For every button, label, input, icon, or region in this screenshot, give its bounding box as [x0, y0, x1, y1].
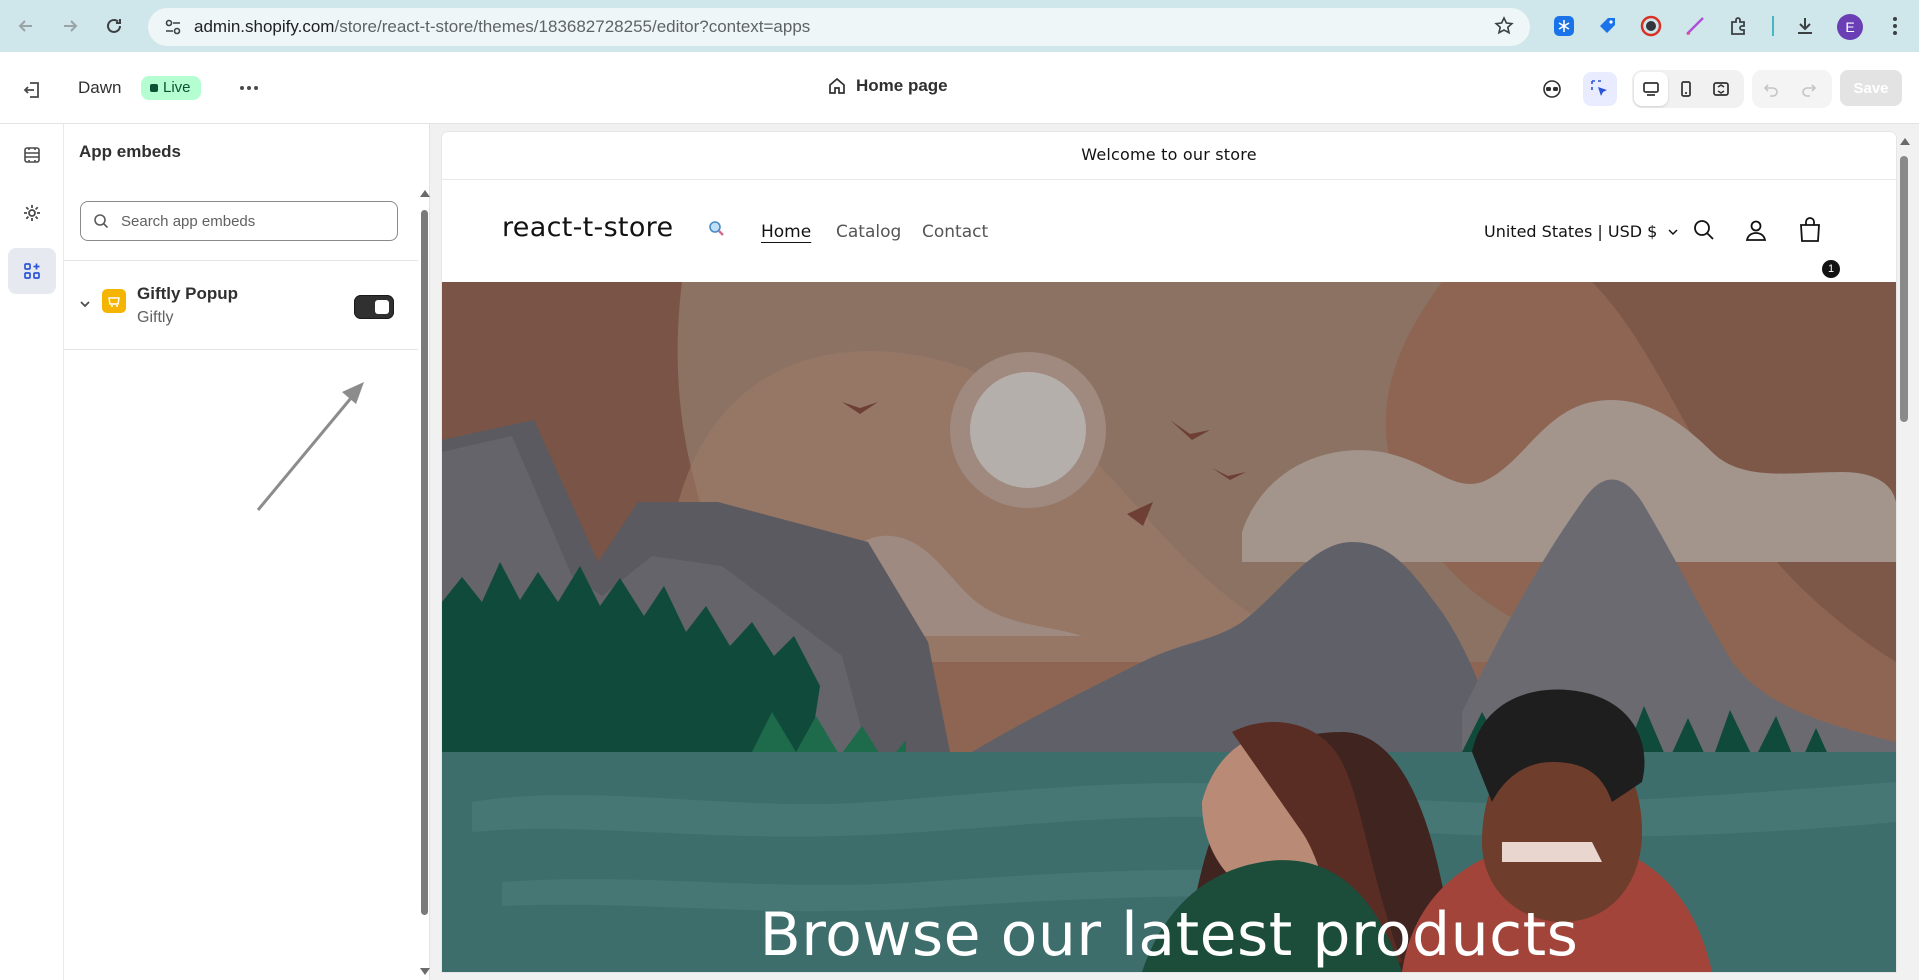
mobile-view-button[interactable] [1669, 72, 1703, 106]
scroll-down-arrow[interactable] [420, 968, 430, 975]
app-embeds-search[interactable] [80, 201, 398, 241]
reload-icon [107, 18, 121, 33]
desktop-view-button[interactable] [1634, 72, 1668, 106]
extension-tag-icon[interactable] [1595, 13, 1621, 39]
extension-color-icon[interactable] [1638, 13, 1664, 39]
back-button[interactable] [8, 8, 44, 44]
nav-home[interactable]: Home [761, 222, 811, 242]
hero-heading: Browse our latest products [759, 900, 1579, 970]
extension-pen-icon[interactable] [1682, 13, 1708, 39]
reload-button[interactable] [96, 8, 132, 44]
undo-icon [1763, 84, 1778, 97]
mobile-icon [1681, 81, 1691, 97]
inspector-toggle[interactable] [1583, 72, 1617, 106]
star-icon[interactable] [1494, 16, 1514, 41]
theme-settings-nav-button[interactable] [8, 190, 56, 236]
forward-button[interactable] [52, 8, 88, 44]
url-text: admin.shopify.com/store/react-t-store/th… [194, 17, 810, 37]
fullscreen-view-button[interactable] [1704, 72, 1738, 106]
arrow-right-icon [64, 20, 78, 32]
theme-actions-button[interactable] [236, 76, 262, 102]
country-selector[interactable]: United States | USD $ [1484, 222, 1679, 241]
extensions-puzzle-icon[interactable] [1726, 13, 1752, 39]
extension-snowflake-icon[interactable] [1551, 13, 1577, 39]
undo-button[interactable] [1754, 72, 1788, 106]
app-embed-name: Giftly Popup [137, 284, 239, 303]
home-icon [829, 77, 845, 94]
more-horizontal-icon [240, 86, 258, 90]
profile-avatar[interactable]: E [1837, 14, 1863, 40]
search-icon [93, 213, 109, 229]
country-currency-label: United States | USD $ [1484, 222, 1658, 241]
editor-sidebar-rail [0, 124, 64, 980]
scroll-thumb[interactable] [1900, 156, 1908, 422]
expand-icon [1713, 82, 1729, 96]
gear-icon [24, 205, 40, 221]
browser-toolbar: admin.shopify.com/store/react-t-store/th… [0, 0, 1919, 52]
app-embeds-nav-button[interactable] [8, 248, 56, 294]
cart-icon[interactable] [1794, 214, 1826, 246]
download-icon[interactable] [1792, 13, 1818, 39]
toggle-knob [375, 300, 389, 314]
scroll-up-arrow[interactable] [1900, 138, 1910, 145]
sidekick-glasses-icon [1543, 80, 1561, 98]
sidekick-button[interactable] [1535, 72, 1569, 106]
save-button[interactable]: Save [1840, 70, 1902, 106]
arrow-left-icon [18, 20, 32, 32]
app-embed-vendor: Giftly [137, 309, 174, 326]
search-icon[interactable] [1688, 214, 1720, 246]
app-embeds-panel: App embeds Giftly Popup Giftly [64, 124, 430, 980]
sections-nav-button[interactable] [8, 132, 56, 178]
panel-title: App embeds [79, 142, 182, 161]
exit-icon [23, 82, 39, 98]
cart-count-badge: 1 [1822, 260, 1840, 278]
scroll-thumb[interactable] [421, 210, 428, 915]
annotation-arrow [256, 382, 364, 511]
cursor-select-icon [1591, 80, 1607, 96]
apps-icon [24, 263, 40, 279]
theme-name: Dawn [78, 78, 122, 97]
account-icon[interactable] [1740, 214, 1772, 246]
desktop-icon [1643, 82, 1659, 96]
preview-scrollbar[interactable] [1896, 132, 1914, 980]
magnifier-emoji-icon [708, 220, 726, 243]
redo-icon [1802, 84, 1817, 97]
page-selector-label: Home page [856, 76, 948, 95]
address-bar[interactable]: admin.shopify.com/store/react-t-store/th… [148, 8, 1530, 46]
announcement-bar: Welcome to our store [442, 132, 1896, 180]
search-input[interactable] [121, 212, 371, 230]
toolbar-separator [1772, 16, 1774, 36]
storefront-preview[interactable]: Welcome to our store react-t-store Home … [442, 132, 1896, 972]
redo-button[interactable] [1792, 72, 1826, 106]
sections-icon [24, 147, 40, 163]
nav-contact[interactable]: Contact [922, 222, 988, 242]
url-path: /store/react-t-store/themes/183682728255… [334, 17, 811, 36]
hero-illustration [442, 282, 1896, 972]
panel-scrollbar[interactable] [418, 190, 430, 980]
editor-topbar: Dawn Live Home page Save [0, 52, 1919, 124]
store-header: react-t-store Home Catalog Contact Unite… [442, 180, 1896, 282]
url-host: admin.shopify.com [194, 17, 335, 36]
browser-menu-icon[interactable] [1882, 13, 1908, 39]
page-selector[interactable]: Home page [828, 76, 948, 96]
chevron-down-icon [1668, 228, 1678, 235]
live-status-badge: Live [141, 76, 201, 100]
hero-banner: Browse our latest products [442, 282, 1896, 972]
site-info-icon[interactable] [162, 16, 184, 38]
scroll-up-arrow[interactable] [420, 190, 430, 197]
store-logo[interactable]: react-t-store [502, 212, 673, 243]
nav-catalog[interactable]: Catalog [836, 222, 901, 242]
giftly-app-icon [102, 289, 126, 313]
chevron-down-icon[interactable] [78, 297, 92, 316]
exit-editor-button[interactable] [18, 76, 46, 104]
